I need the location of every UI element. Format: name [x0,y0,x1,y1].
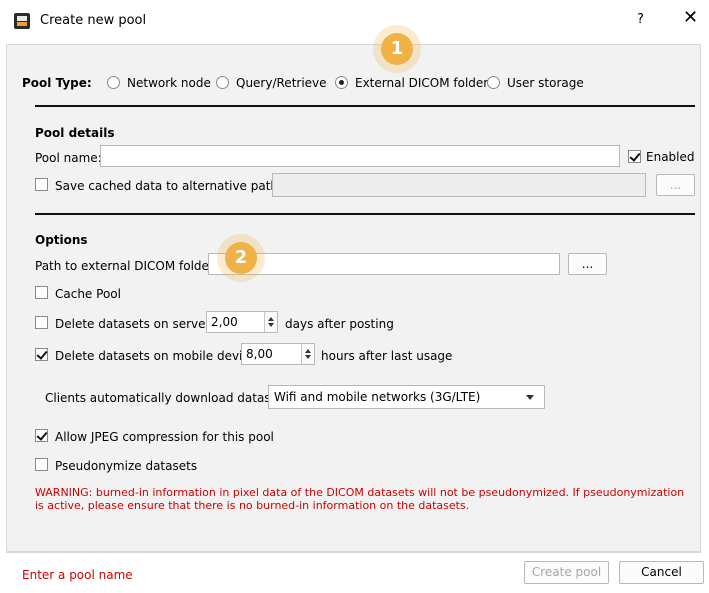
dicom-path-label: Path to external DICOM folder: [35,259,218,273]
delete-mobile-value: 8,00 [246,347,273,361]
radio-network-node-label[interactable]: Network node [127,76,211,90]
create-pool-button[interactable]: Create pool [524,561,609,584]
pool-name-input[interactable] [100,145,620,167]
step-marker-1: 1 [381,33,413,65]
cache-pool-label[interactable]: Cache Pool [55,287,121,301]
window-title: Create new pool [40,13,147,28]
delete-mobile-suffix: hours after last usage [321,349,453,363]
jpeg-compression-checkbox[interactable] [35,429,48,442]
cache-pool-checkbox[interactable] [35,286,48,299]
footer-divider [6,552,701,553]
delete-server-spinbox[interactable]: 2,00 [206,311,278,333]
app-icon [14,13,30,29]
cancel-button[interactable]: Cancel [619,561,704,584]
spin-up-icon [305,349,311,353]
enabled-checkbox[interactable] [628,150,641,163]
options-heading: Options [35,233,88,247]
radio-external-dicom-folder-label[interactable]: External DICOM folder [355,76,488,90]
radio-user-storage[interactable] [487,76,500,89]
pseudonymize-checkbox[interactable] [35,458,48,471]
delete-server-checkbox[interactable] [35,316,48,329]
pool-type-label: Pool Type: [22,76,92,90]
title-bar: Create new pool ? ✕ [0,0,709,44]
delete-mobile-spin-arrows[interactable] [301,344,314,364]
alt-path-checkbox[interactable] [35,178,48,191]
delete-server-label[interactable]: Delete datasets on server [55,317,210,331]
pool-details-heading: Pool details [35,126,115,140]
delete-mobile-label[interactable]: Delete datasets on mobile device [55,349,256,363]
alt-path-label[interactable]: Save cached data to alternative path: [55,179,282,193]
help-button[interactable]: ? [637,12,644,27]
jpeg-compression-label[interactable]: Allow JPEG compression for this pool [55,430,274,444]
download-select-value: Wifi and mobile networks (3G/LTE) [274,390,481,404]
radio-external-dicom-folder[interactable] [335,76,348,89]
chevron-down-icon [526,395,534,400]
alt-path-input[interactable] [272,173,646,197]
pseudonymize-label[interactable]: Pseudonymize datasets [55,459,197,473]
dicom-path-input[interactable] [208,253,560,275]
close-button[interactable]: ✕ [683,9,698,27]
delete-server-spin-arrows[interactable] [264,312,277,332]
spin-down-icon [305,355,311,359]
spin-down-icon [268,323,274,327]
download-label: Clients automatically download datasets: [45,391,293,405]
separator [35,213,695,215]
footer-error-text: Enter a pool name [22,568,133,582]
delete-server-suffix: days after posting [285,317,394,331]
dicom-path-browse-button[interactable]: ... [568,253,607,275]
alt-path-browse-button[interactable]: ... [656,174,695,196]
radio-user-storage-label[interactable]: User storage [507,76,584,90]
separator [35,105,695,107]
radio-query-retrieve[interactable] [216,76,229,89]
step-marker-2: 2 [225,242,257,274]
delete-server-value: 2,00 [211,315,238,329]
pseudonymization-warning: WARNING: burned-in information in pixel … [35,486,685,512]
delete-mobile-spinbox[interactable]: 8,00 [241,343,315,365]
radio-network-node[interactable] [107,76,120,89]
download-select[interactable]: Wifi and mobile networks (3G/LTE) [268,385,545,409]
delete-mobile-checkbox[interactable] [35,348,48,361]
pool-name-label: Pool name: [35,151,102,165]
spin-up-icon [268,317,274,321]
radio-query-retrieve-label[interactable]: Query/Retrieve [236,76,327,90]
enabled-label[interactable]: Enabled [646,150,695,164]
